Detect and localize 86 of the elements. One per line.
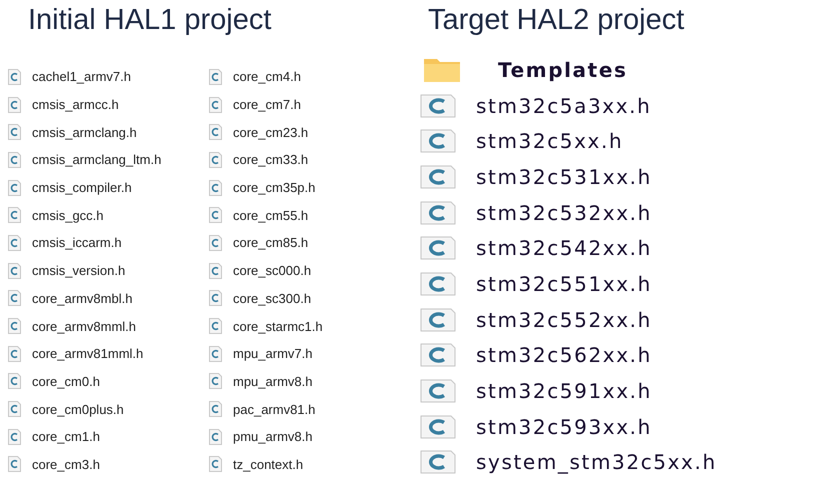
c-file-icon — [8, 152, 21, 168]
c-file-icon — [8, 262, 21, 279]
file-name[interactable]: mpu_armv7.h — [233, 346, 312, 362]
file-name[interactable]: stm32c591xx.h — [476, 379, 652, 404]
file-name[interactable]: core_cm4.h — [233, 69, 301, 84]
c-file-icon — [8, 456, 21, 472]
c-file-icon — [420, 200, 456, 225]
folder-name[interactable]: Templates — [498, 58, 628, 82]
c-file-icon — [420, 343, 456, 368]
c-file-icon — [8, 290, 21, 306]
c-file-icon — [209, 290, 222, 306]
file-name[interactable]: core_armv81mml.h — [32, 346, 144, 362]
file-name[interactable]: system_stm32c5xx.h — [476, 450, 717, 474]
c-file-icon — [8, 428, 21, 445]
c-file-icon — [209, 346, 222, 362]
file-name[interactable]: tz_context.h — [233, 456, 304, 472]
file-name[interactable]: stm32c562xx.h — [476, 343, 652, 368]
file-name[interactable]: stm32c5xx.h — [476, 129, 624, 154]
file-name[interactable]: stm32c552xx.h — [476, 308, 652, 332]
c-file-icon — [209, 234, 222, 251]
c-file-icon — [8, 318, 21, 334]
c-file-icon — [420, 236, 456, 260]
c-file-icon — [209, 96, 222, 113]
file-name[interactable]: cmsis_gcc.h — [32, 208, 104, 223]
file-name[interactable]: cmsis_armclang_ltm.h — [32, 152, 162, 168]
c-file-icon — [420, 164, 456, 189]
panel-title: Initial HAL1 project — [28, 4, 272, 38]
file-name[interactable]: cmsis_iccarm.h — [32, 235, 122, 250]
c-file-icon — [209, 152, 222, 168]
file-name[interactable]: cmsis_armclang.h — [32, 124, 137, 140]
c-file-icon — [8, 373, 21, 390]
file-name[interactable]: cmsis_armcc.h — [32, 97, 119, 112]
c-file-icon — [209, 456, 222, 472]
c-file-icon — [209, 180, 222, 196]
file-name[interactable]: core_cm33.h — [233, 152, 308, 168]
file-name[interactable]: core_cm55.h — [233, 208, 308, 223]
file-name[interactable]: pmu_armv8.h — [233, 429, 312, 444]
file-name[interactable]: cmsis_compiler.h — [32, 180, 132, 196]
file-name[interactable]: stm32c5a3xx.h — [476, 94, 652, 118]
folder-icon — [424, 56, 460, 83]
file-name[interactable]: stm32c532xx.h — [476, 200, 652, 225]
file-name[interactable]: core_cm0plus.h — [32, 402, 124, 417]
c-file-icon — [420, 414, 456, 439]
file-name[interactable]: mpu_armv8.h — [233, 374, 312, 389]
c-file-icon — [8, 401, 21, 418]
file-name[interactable]: core_cm1.h — [32, 429, 100, 444]
file-name[interactable]: cachel1_armv7.h — [32, 69, 131, 84]
panel-title: Target HAL2 project — [428, 4, 686, 38]
file-name[interactable]: cmsis_version.h — [32, 263, 126, 278]
c-file-icon — [420, 379, 456, 404]
c-file-icon — [8, 234, 21, 251]
c-file-icon — [420, 272, 456, 296]
c-file-icon — [209, 124, 222, 140]
c-file-icon — [420, 308, 456, 332]
c-file-icon — [209, 401, 222, 418]
c-file-icon — [209, 262, 222, 279]
c-file-icon — [8, 346, 21, 362]
file-name[interactable]: stm32c593xx.h — [476, 414, 652, 439]
c-file-icon — [420, 450, 456, 474]
file-name[interactable]: core_cm35p.h — [233, 180, 316, 196]
file-name[interactable]: core_starmc1.h — [233, 318, 323, 334]
c-file-icon — [209, 428, 222, 445]
c-file-icon — [209, 207, 222, 224]
c-file-icon — [8, 124, 21, 140]
file-name[interactable]: stm32c551xx.h — [476, 272, 652, 296]
c-file-icon — [8, 96, 21, 113]
file-name[interactable]: core_cm7.h — [233, 97, 301, 112]
c-file-icon — [209, 318, 222, 334]
c-file-icon — [420, 129, 456, 154]
c-file-icon — [8, 68, 21, 85]
c-file-icon — [8, 207, 21, 224]
c-file-icon — [420, 94, 456, 118]
file-name[interactable]: core_sc300.h — [233, 290, 312, 306]
file-name[interactable]: stm32c531xx.h — [476, 164, 652, 189]
file-name[interactable]: core_sc000.h — [233, 263, 312, 278]
file-name[interactable]: pac_armv81.h — [233, 402, 316, 417]
file-name[interactable]: core_cm85.h — [233, 235, 308, 250]
file-name[interactable]: core_cm0.h — [32, 374, 100, 389]
c-file-icon — [209, 373, 222, 390]
file-name[interactable]: core_cm3.h — [32, 456, 100, 472]
c-file-icon — [209, 68, 222, 85]
file-name[interactable]: core_cm23.h — [233, 124, 308, 140]
file-name[interactable]: core_armv8mml.h — [32, 318, 136, 334]
file-name[interactable]: core_armv8mbl.h — [32, 290, 132, 306]
file-name[interactable]: stm32c542xx.h — [476, 236, 652, 260]
c-file-icon — [8, 180, 21, 196]
